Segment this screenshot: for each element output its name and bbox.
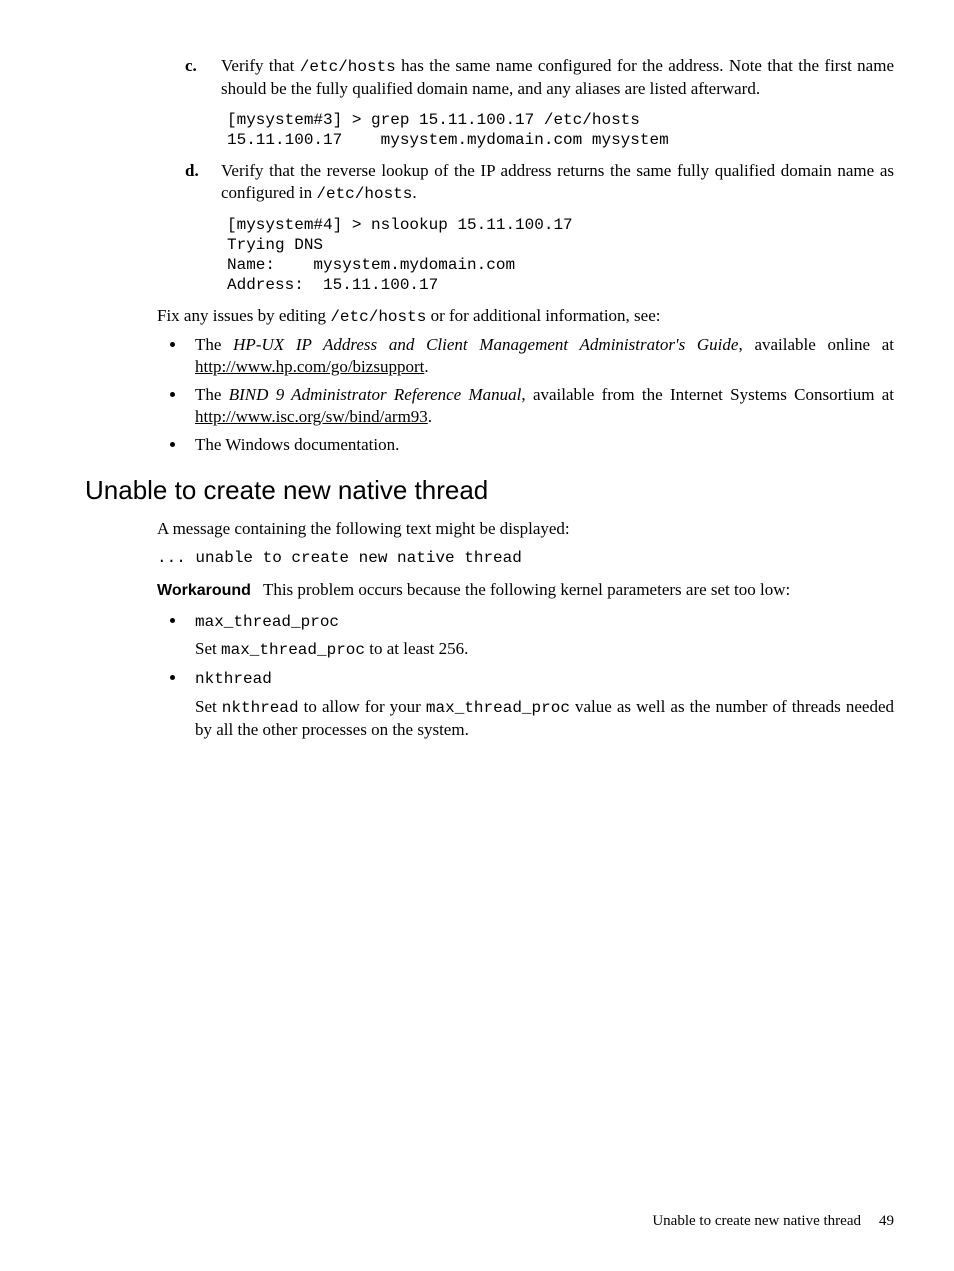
see-0-pre: The [195, 335, 233, 354]
see-item-2: The Windows documentation. [187, 434, 894, 456]
see-1-link[interactable]: http://www.isc.org/sw/bind/arm93 [195, 407, 428, 426]
see-2-plain: The Windows documentation. [195, 435, 399, 454]
param-1-d2: to allow for your [299, 697, 426, 716]
param-0: max_thread_proc Set max_thread_proc to a… [187, 610, 894, 662]
section-message: ... unable to create new native thread [157, 548, 894, 569]
see-0-italic: HP-UX IP Address and Client Management A… [233, 335, 738, 354]
param-1-d3: max_thread_proc [426, 699, 570, 717]
see-item-1: The BIND 9 Administrator Reference Manua… [187, 384, 894, 428]
see-item-0: The HP-UX IP Address and Client Manageme… [187, 334, 894, 378]
page-footer: Unable to create new native thread 49 [652, 1212, 894, 1232]
step-c-body: Verify that /etc/hosts has the same name… [221, 55, 894, 100]
step-c-marker: c. [185, 55, 221, 100]
step-c-text-0: Verify that [221, 56, 300, 75]
param-1-d1: nkthread [222, 699, 299, 717]
params-list: max_thread_proc Set max_thread_proc to a… [157, 610, 894, 741]
step-d-marker: d. [185, 160, 221, 205]
workaround-text: This problem occurs because the followin… [263, 580, 790, 599]
workaround-label: Workaround [157, 582, 251, 599]
see-0-link[interactable]: http://www.hp.com/go/bizsupport [195, 357, 424, 376]
see-0-post: . [424, 357, 428, 376]
param-0-d0: Set [195, 639, 221, 658]
param-1-d0: Set [195, 697, 222, 716]
see-1-mid: , available from the Internet Systems Co… [521, 385, 894, 404]
fix-text-0: Fix any issues by editing [157, 306, 330, 325]
step-d-code-inline: /etc/hosts [316, 185, 412, 203]
fix-paragraph: Fix any issues by editing /etc/hosts or … [157, 305, 894, 328]
see-1-italic: BIND 9 Administrator Reference Manual [229, 385, 522, 404]
see-1-post: . [428, 407, 432, 426]
section-intro: A message containing the following text … [157, 518, 894, 540]
step-c-codeblock: [mysystem#3] > grep 15.11.100.17 /etc/ho… [227, 110, 894, 150]
param-0-d2: to at least 256. [365, 639, 468, 658]
fix-code-inline: /etc/hosts [330, 308, 426, 326]
workaround-paragraph: Workaround This problem occurs because th… [157, 579, 894, 602]
step-d-body: Verify that the reverse lookup of the IP… [221, 160, 894, 205]
param-0-d1: max_thread_proc [221, 641, 365, 659]
step-c-code-inline: /etc/hosts [300, 58, 396, 76]
fix-text-2: or for additional information, see: [426, 306, 660, 325]
param-1-name: nkthread [195, 670, 272, 688]
param-0-desc: Set max_thread_proc to at least 256. [195, 638, 894, 661]
see-1-pre: The [195, 385, 229, 404]
see-list: The HP-UX IP Address and Client Manageme… [157, 334, 894, 456]
section-heading: Unable to create new native thread [85, 474, 894, 508]
param-0-name: max_thread_proc [195, 613, 339, 631]
step-d: d. Verify that the reverse lookup of the… [185, 160, 894, 205]
step-d-codeblock: [mysystem#4] > nslookup 15.11.100.17 Try… [227, 215, 894, 295]
page-content: c. Verify that /etc/hosts has the same n… [0, 0, 954, 1271]
param-1: nkthread Set nkthread to allow for your … [187, 667, 894, 741]
footer-page-number: 49 [879, 1213, 894, 1229]
step-d-text-2: . [412, 183, 416, 202]
see-0-mid: , available online at [738, 335, 894, 354]
step-c: c. Verify that /etc/hosts has the same n… [185, 55, 894, 100]
footer-title: Unable to create new native thread [652, 1213, 861, 1229]
param-1-desc: Set nkthread to allow for your max_threa… [195, 696, 894, 741]
